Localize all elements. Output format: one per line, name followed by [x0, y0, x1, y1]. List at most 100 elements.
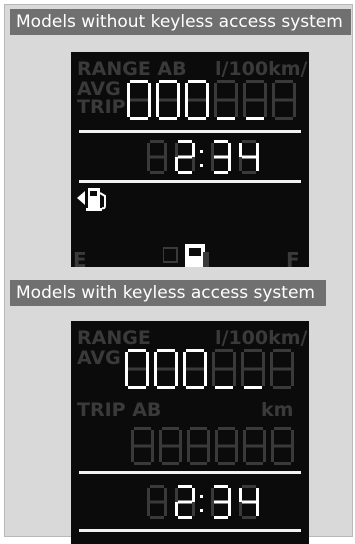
segment-b	[228, 143, 231, 157]
segment-c	[146, 369, 149, 386]
segment-e	[131, 446, 134, 462]
segment-c	[175, 369, 178, 386]
segment-d	[150, 516, 164, 519]
segment-e	[156, 100, 159, 117]
segment-a	[157, 349, 175, 352]
segment-g	[178, 500, 192, 504]
segment-a	[274, 427, 291, 430]
segment-b	[204, 352, 207, 369]
segment-c	[228, 502, 231, 516]
segment-e	[243, 446, 246, 462]
segment-d	[157, 386, 175, 389]
display-with-keyless: RANGE l/100km/l AVG TRIP AB km	[71, 321, 309, 544]
segment-c	[207, 446, 210, 462]
segment-g	[188, 98, 206, 102]
segment-e	[187, 446, 190, 462]
segment-b	[256, 488, 259, 502]
segment-e	[215, 446, 218, 462]
segment-a	[218, 427, 235, 430]
segment-d	[242, 516, 256, 519]
segment-e	[125, 369, 128, 386]
segment-e	[185, 100, 188, 117]
segment-a	[178, 140, 192, 143]
unit-label: l/100km/l	[215, 58, 309, 80]
segment-b	[175, 352, 178, 369]
odometer-segment-digits	[127, 80, 296, 120]
segment-g	[130, 98, 148, 102]
segment-g	[214, 155, 228, 159]
segment-g	[215, 367, 233, 371]
segment-c	[262, 369, 265, 386]
segment-c	[291, 446, 294, 462]
segment-f	[156, 83, 159, 100]
segment-f	[212, 352, 215, 369]
segment-d	[275, 117, 293, 120]
segment-b	[179, 430, 182, 446]
divider-line	[79, 529, 301, 532]
segment-a	[178, 485, 192, 488]
segment-f	[243, 430, 246, 446]
segment-a	[188, 80, 206, 83]
segment-b	[192, 488, 195, 502]
segment-b	[263, 430, 266, 446]
segment-d	[188, 117, 206, 120]
segment-f	[125, 352, 128, 369]
segment-d	[150, 171, 164, 174]
segment-d	[214, 171, 228, 174]
clock-digits	[147, 140, 259, 174]
segment-c	[204, 369, 207, 386]
trip-label: TRIP	[77, 96, 126, 118]
segment-a	[246, 427, 263, 430]
segment-c	[263, 446, 266, 462]
segment-b	[146, 352, 149, 369]
segment-b	[293, 83, 296, 100]
segment-a	[215, 349, 233, 352]
trip-ab-label: TRIP AB	[77, 399, 162, 421]
segment-g	[242, 155, 256, 159]
segment-e	[147, 157, 150, 171]
segment-d	[190, 462, 207, 465]
segment-d	[134, 462, 151, 465]
segment-a	[162, 427, 179, 430]
segment-a	[275, 80, 293, 83]
segment-d	[215, 386, 233, 389]
segment-g	[242, 500, 256, 504]
segment-b	[235, 430, 238, 446]
segment-b	[264, 83, 267, 100]
segment-c	[228, 157, 231, 171]
segment-f	[239, 488, 242, 502]
segment-g	[244, 367, 262, 371]
segment-g	[217, 98, 235, 102]
range-label: RANGE	[77, 327, 151, 349]
segment-a	[186, 349, 204, 352]
segment-g	[214, 500, 228, 504]
segment-c	[264, 100, 267, 117]
segment-f	[187, 430, 190, 446]
segment-a	[214, 485, 228, 488]
divider-line	[79, 471, 301, 474]
colon-dot	[200, 495, 203, 498]
segment-e	[211, 157, 214, 171]
segment-a	[134, 427, 151, 430]
segment-b	[233, 352, 236, 369]
segment-g	[150, 500, 164, 504]
segment-d	[186, 386, 204, 389]
segment-a	[217, 80, 235, 83]
segment-b	[148, 83, 151, 100]
clock-digits	[147, 485, 259, 519]
segment-b	[262, 352, 265, 369]
segment-a	[190, 427, 207, 430]
segment-g	[159, 98, 177, 102]
segment-a	[246, 80, 264, 83]
segment-f	[131, 430, 134, 446]
segment-e	[272, 100, 275, 117]
segment-d	[162, 462, 179, 465]
segment-b	[207, 430, 210, 446]
segment-e	[239, 157, 242, 171]
divider-line	[79, 130, 301, 133]
segment-f	[272, 83, 275, 100]
segment-d	[246, 117, 264, 120]
segment-g	[178, 155, 192, 159]
segment-b	[164, 143, 167, 157]
segment-d	[128, 386, 146, 389]
